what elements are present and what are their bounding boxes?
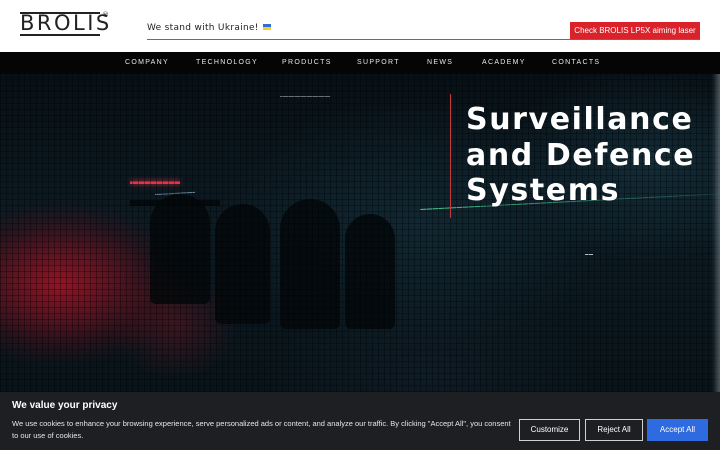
cookie-consent-banner: We value your privacy We use cookies to … [0,392,720,450]
hero-section: Surveillance and Defence Systems [0,74,720,392]
main-navigation: COMPANY TECHNOLOGY PRODUCTS SUPPORT NEWS… [0,52,720,74]
header-divider [147,39,700,40]
cookie-description: We use cookies to enhance your browsing … [12,419,511,440]
logo-bottom-rule [20,34,100,36]
site-header: BROLIS ® We stand with Ukraine! Check BR… [0,0,720,52]
hero-title-divider [450,94,451,218]
nav-item-contacts[interactable]: CONTACTS [552,59,600,66]
nav-item-products[interactable]: PRODUCTS [282,59,332,66]
hero-title-line: and Defence [466,137,696,173]
accept-all-button[interactable]: Accept All [647,419,708,441]
ukraine-flag-icon [262,24,271,30]
nav-item-news[interactable]: NEWS [427,59,453,66]
nav-item-company[interactable]: COMPANY [125,59,169,66]
hero-title: Surveillance and Defence Systems [466,102,716,209]
nav-item-support[interactable]: SUPPORT [357,59,400,66]
logo-text: BROLIS [20,11,112,35]
nav-item-technology[interactable]: TECHNOLOGY [196,59,258,66]
customize-button[interactable]: Customize [519,419,580,441]
cookie-heading: We value your privacy [12,400,118,411]
nav-item-academy[interactable]: ACADEMY [482,59,526,66]
aiming-laser-cta-button[interactable]: Check BROLIS LP5X aiming laser [570,22,700,39]
ukraine-support-text: We stand with Ukraine! [147,23,271,33]
hero-title-line: Surveillance [466,102,694,137]
reject-all-button[interactable]: Reject All [585,419,643,441]
ukraine-support-label: We stand with Ukraine! [147,23,259,33]
registered-mark: ® [102,11,109,19]
hero-title-line: Systems [466,173,621,208]
